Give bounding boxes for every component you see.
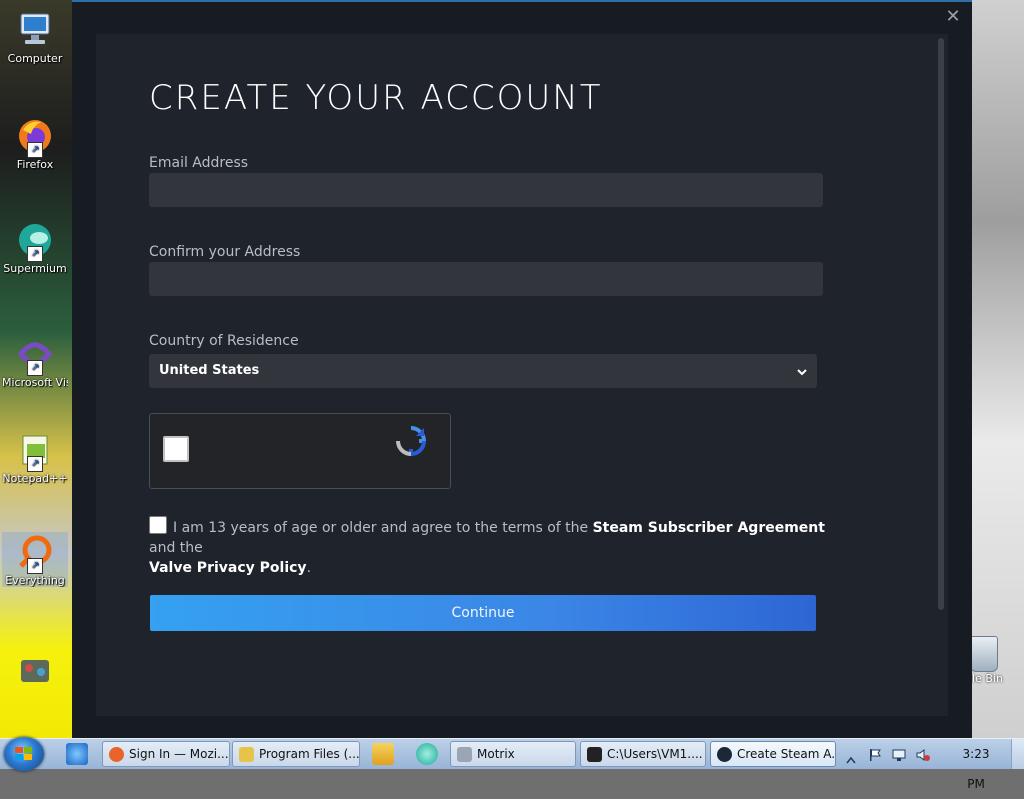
close-icon[interactable]: ✕ [942,6,964,28]
action-center-flag-icon[interactable] [868,747,882,761]
firefox-icon [109,747,124,762]
desktop-icon-computer[interactable]: Computer [2,10,68,65]
visual-studio-icon: ↗ [15,334,55,376]
notepadpp-icon: ↗ [15,430,55,472]
computer-icon [15,10,55,50]
taskbar-button-label: Motrix [477,747,515,761]
desktop-icon-label: Everything [5,574,65,587]
email-field[interactable] [149,173,823,207]
taskbar-button-explorer[interactable]: Program Files (... [232,741,360,767]
taskbar-button-7zip[interactable]: C:\Users\VM1.... [580,741,706,767]
country-select[interactable]: United States [149,354,817,388]
shortcut-arrow-icon: ↗ [27,142,43,158]
supermium-icon[interactable] [416,743,438,765]
steam-icon [717,747,732,762]
recaptcha-widget [149,413,451,489]
desktop-icon-label: cle Bin [966,672,1003,685]
taskbar: Sign In — Mozi... Program Files (... Mot… [0,737,1024,791]
app-icon [15,652,55,692]
confirm-email-field[interactable] [149,262,823,296]
show-desktop-button[interactable] [1011,739,1024,769]
firefox-icon: ↗ [15,116,55,158]
supermium-icon: ↗ [15,220,55,262]
create-account-window: ✕ CREATE YOUR ACCOUNT Email Address Conf… [72,0,972,738]
taskbar-button-firefox[interactable]: Sign In — Mozi... [102,741,230,767]
scrollbar-thumb[interactable] [938,38,944,610]
recaptcha-logo-icon [394,424,428,458]
shortcut-arrow-icon: ↗ [27,360,43,376]
folder-icon [239,747,254,762]
7zip-icon [587,747,602,762]
chevron-down-icon [793,354,811,388]
network-icon[interactable] [892,747,906,761]
shortcut-arrow-icon: ↗ [27,246,43,262]
steam-subscriber-agreement-link[interactable]: Steam Subscriber Agreement [593,520,825,536]
continue-button[interactable]: Continue [150,595,816,631]
country-label: Country of Residence [149,333,299,349]
recycle-bin-icon [970,636,998,672]
desktop-icon-label: Notepad++ [2,472,68,485]
clock[interactable]: 3:23 PM [952,739,1000,791]
everything-icon: ↗ [15,532,55,574]
desktop-icon-unknown-app[interactable] [2,652,68,694]
volume-muted-icon[interactable] [916,747,930,761]
taskbar-button-label: C:\Users\VM1.... [607,747,703,761]
desktop-icon-label: Microsoft Visual Stud [2,376,68,389]
page-title: CREATE YOUR ACCOUNT [149,78,603,118]
media-player-icon[interactable] [372,743,394,765]
motrix-icon [457,747,472,762]
recaptcha-checkbox[interactable] [163,436,189,462]
confirm-email-label: Confirm your Address [149,244,301,260]
desktop-icon-label: Supermium [3,262,67,275]
desktop-icon-label: Firefox [16,158,54,171]
desktop-icon-notepadpp[interactable]: ↗ Notepad++ [2,430,68,485]
taskbar-button-label: Create Steam A... [737,747,836,761]
shortcut-arrow-icon: ↗ [27,456,43,472]
email-label: Email Address [149,155,249,171]
internet-explorer-icon[interactable] [66,743,88,765]
desktop-icon-everything[interactable]: ↗ Everything [2,532,68,587]
taskbar-button-motrix[interactable]: Motrix [450,741,576,767]
terms-text-1: I am 13 years of age or older and agree … [173,520,589,536]
show-hidden-icons-icon[interactable] [846,749,860,764]
start-button[interactable] [4,737,44,771]
shortcut-arrow-icon: ↗ [27,558,43,574]
taskbar-button-label: Sign In — Mozi... [129,747,229,761]
terms-text-3: . [306,560,312,576]
terms-text-2: and the [149,540,203,556]
desktop-icon-label: Computer [7,52,63,65]
valve-privacy-policy-link[interactable]: Valve Privacy Policy [149,560,307,576]
desktop-wallpaper-right [972,0,1024,738]
terms-checkbox[interactable] [149,516,167,534]
taskbar-button-label: Program Files (... [259,747,360,761]
desktop-icon-firefox[interactable]: ↗ Firefox [2,116,68,171]
desktop-icon-recycle-bin[interactable]: cle Bin [966,636,1024,685]
desktop-icon-visual-studio[interactable]: ↗ Microsoft Visual Stud [2,334,68,389]
desktop-icon-supermium[interactable]: ↗ Supermium [2,220,68,275]
taskbar-button-steam[interactable]: Create Steam A... [710,741,836,767]
windows-logo-icon [15,747,32,760]
country-select-value: United States [159,363,260,378]
terms-agreement: I am 13 years of age or older and agree … [149,516,829,578]
